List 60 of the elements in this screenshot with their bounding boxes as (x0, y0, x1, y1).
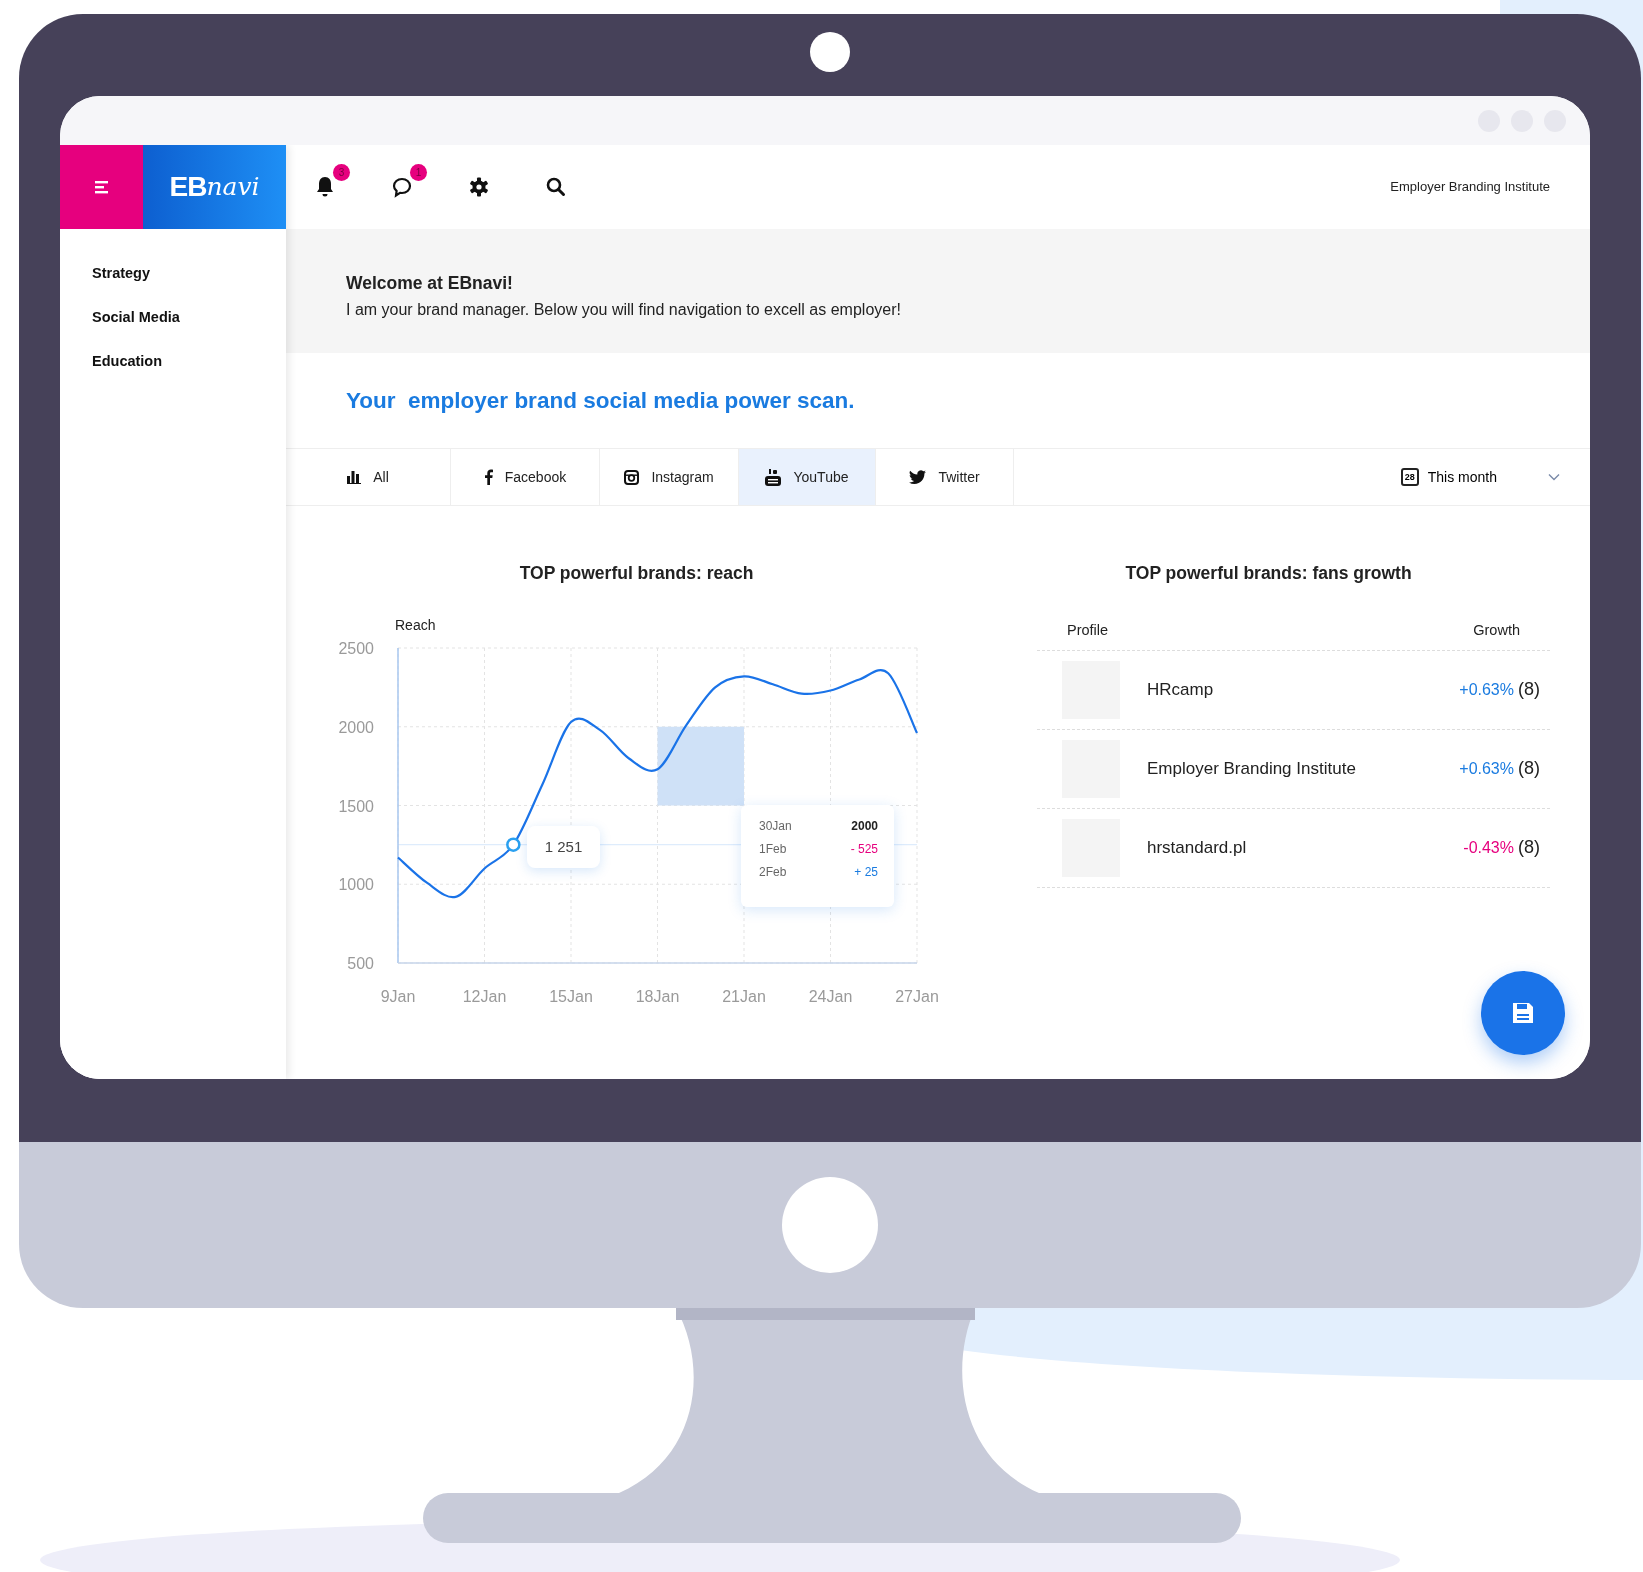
calendar-icon: 28 (1400, 468, 1419, 486)
welcome-text: I am your brand manager. Below you will find navigation to excell as employer! (346, 300, 902, 320)
growth-value: -0.43% (1463, 839, 1514, 857)
settings-icon (468, 176, 490, 198)
chat-bubble-icon (391, 176, 413, 198)
axis-tick-label: 500 (347, 955, 374, 972)
axis-tick-label: 21Jan (722, 988, 766, 1005)
video-play-icon (765, 468, 782, 486)
date-filter[interactable]: 28 This month (1394, 449, 1590, 505)
column-header: Profile (1067, 621, 1109, 640)
growth-count: (8) (1518, 679, 1540, 700)
axis-tick-label: 2000 (338, 718, 374, 736)
tooltip-value: 2000 (851, 818, 878, 835)
tooltip-date: 2Feb (759, 864, 787, 881)
growth-value: +0.63% (1459, 760, 1514, 778)
panel-title: TOP powerful brands: fans growth (1124, 563, 1413, 584)
chevron-down-icon (1548, 473, 1560, 481)
axis-tick-label: 15Jan (549, 988, 593, 1005)
axis-tick-label: 1000 (338, 876, 374, 894)
value-tooltip: 1 251 (527, 826, 600, 868)
sidebar-item[interactable]: Strategy (92, 263, 151, 285)
axis-tick-label: 1500 (338, 797, 374, 815)
data-point[interactable] (506, 837, 521, 852)
logo: EBnavi (143, 145, 286, 229)
notification-count: 3 (333, 164, 350, 181)
welcome-title: Welcome at EBnavi! (346, 273, 514, 294)
growth-count: (8) (1518, 758, 1540, 779)
profile-name[interactable]: HRcamp (1147, 677, 1214, 703)
axis-label: Reach (395, 617, 436, 633)
bell-icon (315, 175, 335, 199)
sidebar-item[interactable]: Education (92, 350, 163, 373)
axis-tick-label: 9Jan (380, 988, 416, 1005)
tooltip-value: - 525 (850, 841, 878, 858)
facebook-icon (483, 469, 493, 485)
bar-chart-icon (347, 470, 362, 484)
tooltip-value: + 25 (854, 864, 878, 881)
instagram-icon (624, 469, 640, 485)
message-count: 1 (410, 164, 427, 181)
tab[interactable]: YouTube (739, 449, 876, 505)
axis-tick-label: 12Jan (462, 988, 507, 1005)
search-icon (545, 176, 567, 198)
tooltip-date: 30Jan (759, 818, 792, 835)
bird-icon (909, 470, 927, 484)
panel-title: TOP powerful brands: reach (518, 563, 755, 584)
column-header: Growth (1473, 621, 1520, 640)
account-name[interactable]: Employer Branding Institute (1390, 177, 1550, 197)
axis-tick-label: 27Jan (895, 988, 939, 1005)
sidebar-item[interactable]: Social Media (92, 306, 180, 329)
camera-dot (810, 32, 850, 72)
tooltip-date: 1Feb (759, 841, 787, 858)
profile-name[interactable]: Employer Branding Institute (1147, 756, 1356, 782)
growth-count: (8) (1518, 837, 1540, 858)
profile-name[interactable]: hrstandard.pl (1147, 835, 1247, 861)
growth-value: +0.63% (1459, 681, 1514, 699)
page-heading: Your employer brand social media power scan. (346, 387, 855, 414)
axis-tick-label: 2500 (338, 640, 374, 657)
axis-tick-label: 18Jan (635, 988, 680, 1005)
save-button[interactable] (1481, 971, 1565, 1055)
axis-tick-label: 24Jan (808, 988, 853, 1005)
menu-icon (92, 179, 111, 195)
